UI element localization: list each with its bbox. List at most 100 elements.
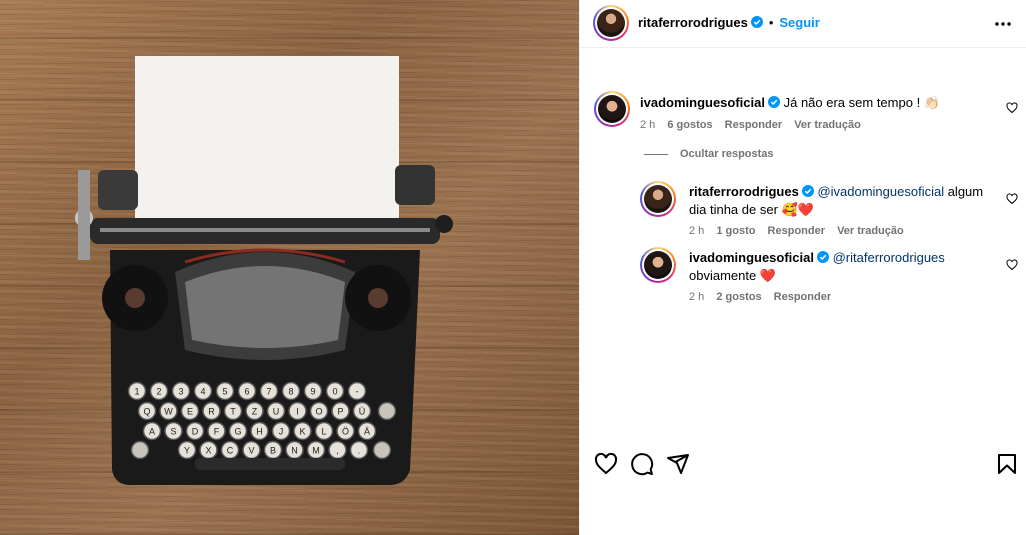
clap-emoji: 👏🏻 <box>923 95 940 110</box>
typewriter-key-label: N <box>291 446 298 456</box>
mention-link[interactable]: @ritaferrorodrigues <box>833 250 945 265</box>
heart-icon[interactable] <box>1006 193 1018 205</box>
comment-time[interactable]: 2 h <box>640 119 655 131</box>
reply-item: ivadominguesoficial @ritaferrorodrigues … <box>640 247 1020 307</box>
see-translation-button[interactable]: Ver tradução <box>837 225 904 237</box>
post-header: ritaferrorodrigues • Seguir <box>580 0 1026 48</box>
typewriter-key-label: C <box>227 446 234 456</box>
typewriter-key-label: . <box>358 446 361 456</box>
comment-username[interactable]: ivadominguesoficial <box>640 95 765 110</box>
typewriter-key-label: V <box>248 446 254 456</box>
see-translation-button[interactable]: Ver tradução <box>794 119 861 131</box>
heart-icon[interactable] <box>1006 259 1018 271</box>
bookmark-icon[interactable] <box>995 452 1019 476</box>
typewriter-key-label: G <box>234 427 241 437</box>
reply-meta: 2 h 2 gostos Responder <box>689 291 840 303</box>
reply-meta: 2 h 1 gosto Responder Ver tradução <box>689 225 913 237</box>
hide-replies-label: Ocultar respostas <box>680 148 774 160</box>
typewriter-key-label: Ö <box>342 427 349 437</box>
typewriter-key-label: H <box>256 427 263 437</box>
typewriter-key-label: E <box>187 407 193 417</box>
reply-time[interactable]: 2 h <box>689 225 704 237</box>
typewriter-key-label: , <box>336 446 339 456</box>
commenter-avatar[interactable] <box>594 91 630 127</box>
typewriter-key-label: W <box>164 407 173 417</box>
comment-item: ivadominguesoficial Já não era sem tempo… <box>594 91 1018 136</box>
heart-icon[interactable] <box>1006 102 1018 114</box>
post-image[interactable]: 1 2 3 4 5 6 7 8 9 0 - Q W E R T Z U I O P Ü A S D F G H J K L Ö Ä Y X C V B N M… <box>0 0 579 535</box>
typewriter-key-label: 5 <box>222 387 227 397</box>
typewriter-function-key <box>372 440 392 460</box>
reply-text-line2: dia tinha de ser 🥰❤️ <box>689 202 814 217</box>
typewriter-key-label: Ü <box>359 407 366 417</box>
comment-icon[interactable] <box>630 452 654 476</box>
more-options-icon[interactable] <box>993 14 1013 34</box>
reply-avatar[interactable] <box>640 247 676 283</box>
comment-text: Já não era sem tempo ! <box>783 95 921 110</box>
typewriter-key-label: Z <box>252 407 258 417</box>
typewriter-key-label: U <box>273 407 280 417</box>
reply-item: ritaferrorodrigues @ivadominguesoficial … <box>640 181 1020 241</box>
reply-body: ritaferrorodrigues @ivadominguesoficial … <box>689 183 989 219</box>
reply-username[interactable]: ivadominguesoficial <box>689 250 814 265</box>
post-details-panel: ritaferrorodrigues • Seguir ivadominguesof… <box>579 0 1026 535</box>
comment-meta: 2 h 6 gostos Responder Ver tradução <box>640 119 870 131</box>
divider-line <box>644 153 668 155</box>
typewriter-key-label: Q <box>143 407 150 417</box>
reply-body: ivadominguesoficial @ritaferrorodrigues … <box>689 249 989 285</box>
comment-likes[interactable]: 6 gostos <box>667 119 712 131</box>
typewriter-key-label: T <box>230 407 236 417</box>
typewriter-key-label: F <box>214 427 220 437</box>
typewriter-function-key <box>377 401 397 421</box>
reply-button[interactable]: Responder <box>768 225 825 237</box>
typewriter-key-label: L <box>321 427 326 437</box>
typewriter-key-label: R <box>208 407 215 417</box>
share-icon[interactable] <box>666 452 690 476</box>
typewriter-key-label: P <box>337 407 343 417</box>
reply-button[interactable]: Responder <box>774 291 831 303</box>
author-line: ritaferrorodrigues • Seguir <box>638 15 820 30</box>
typewriter-key-label: 4 <box>200 387 205 397</box>
typewriter-key-label: 2 <box>156 387 161 397</box>
heart-icon[interactable] <box>594 452 618 476</box>
typewriter-illustration: 1 2 3 4 5 6 7 8 9 0 - Q W E R T Z U I O P Ü A S D F G H J K L Ö Ä Y X C V B N M… <box>75 56 453 485</box>
typewriter-key-label: Ä <box>364 427 370 437</box>
reply-likes[interactable]: 1 gosto <box>716 225 755 237</box>
typewriter-key-label: - <box>356 387 359 397</box>
reply-text: algum <box>944 184 984 199</box>
typewriter-key-label: J <box>279 427 284 437</box>
typewriter-key-label: X <box>205 446 211 456</box>
typewriter-key-label: 9 <box>310 387 315 397</box>
reply-button[interactable]: Responder <box>725 119 782 131</box>
typewriter-key-label: 7 <box>266 387 271 397</box>
post-actions-bar <box>580 446 1026 482</box>
typewriter-key-label: 6 <box>244 387 249 397</box>
reply-likes[interactable]: 2 gostos <box>716 291 761 303</box>
author-username[interactable]: ritaferrorodrigues <box>638 15 748 30</box>
typewriter-key-label: K <box>299 427 305 437</box>
comment-body: ivadominguesoficial Já não era sem tempo… <box>640 94 980 112</box>
reply-text-line2: obviamente ❤️ <box>689 268 777 283</box>
verified-badge-icon <box>750 16 763 28</box>
mention-link[interactable]: @ivadominguesoficial <box>817 184 944 199</box>
verified-badge-icon <box>816 251 829 263</box>
author-avatar[interactable] <box>593 5 629 41</box>
verified-badge-icon <box>767 96 780 108</box>
reply-time[interactable]: 2 h <box>689 291 704 303</box>
hide-replies-button[interactable]: Ocultar respostas <box>644 148 774 160</box>
typewriter-key-label: 0 <box>332 387 337 397</box>
verified-badge-icon <box>801 185 814 197</box>
paper-sheet <box>135 56 399 240</box>
reply-username[interactable]: ritaferrorodrigues <box>689 184 799 199</box>
space-bar <box>195 458 345 470</box>
typewriter-key-label: M <box>312 446 320 456</box>
typewriter-key-label: Y <box>184 446 190 456</box>
typewriter-key-label: 8 <box>288 387 293 397</box>
typewriter-function-key <box>130 440 150 460</box>
separator-dot: • <box>768 15 774 30</box>
typewriter-key-label: B <box>270 446 276 456</box>
typewriter-key-label: D <box>192 427 199 437</box>
reply-avatar[interactable] <box>640 181 676 217</box>
typewriter-key-label: A <box>149 427 155 437</box>
follow-button[interactable]: Seguir <box>779 15 819 30</box>
